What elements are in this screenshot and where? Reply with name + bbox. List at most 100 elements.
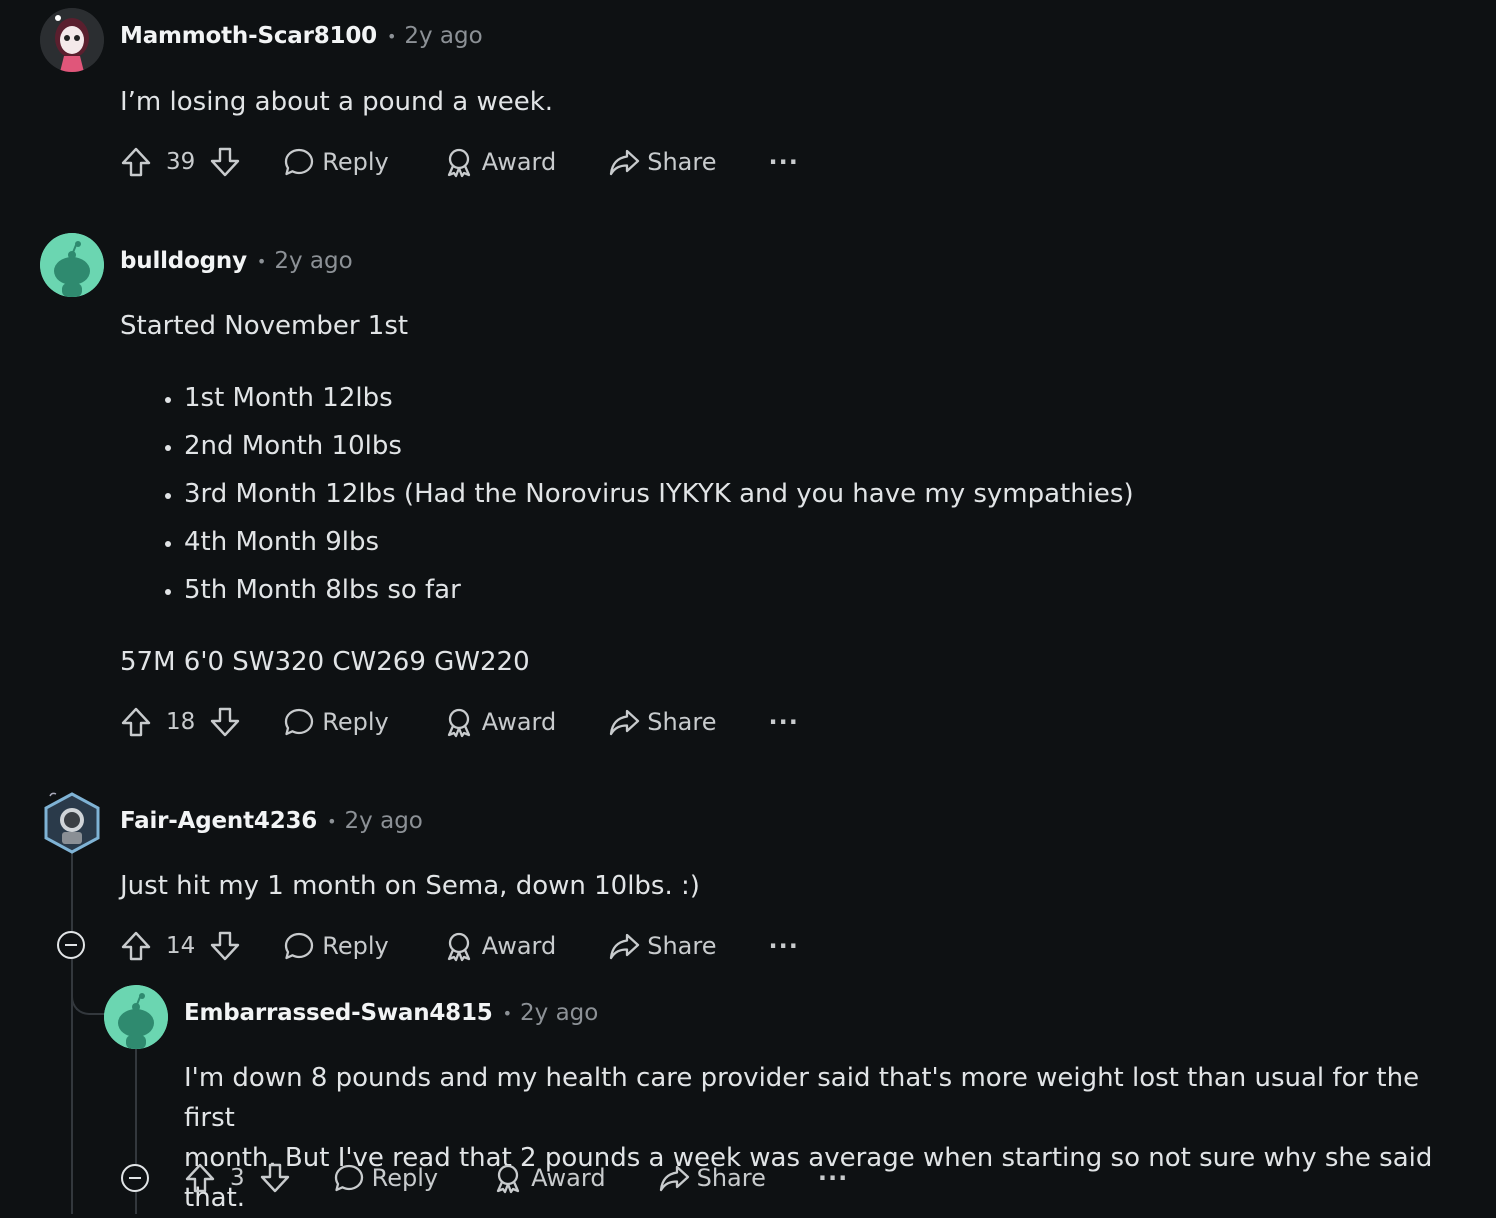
upvote-icon bbox=[121, 931, 151, 961]
share-label: Share bbox=[647, 148, 717, 176]
share-label: Share bbox=[647, 932, 717, 960]
timestamp[interactable]: 2y ago bbox=[345, 808, 423, 834]
share-icon bbox=[610, 709, 640, 736]
comment-intro: Started November 1st bbox=[120, 311, 409, 341]
collapse-thread-button[interactable] bbox=[121, 1164, 149, 1192]
snoo-avatar-icon bbox=[104, 985, 168, 1049]
vote-count: 39 bbox=[166, 149, 196, 175]
award-icon bbox=[447, 932, 470, 962]
minus-icon bbox=[65, 943, 77, 947]
award-icon bbox=[496, 1164, 520, 1194]
upvote-icon bbox=[121, 147, 151, 177]
vote-count: 3 bbox=[230, 1165, 245, 1191]
ellipsis-icon: ··· bbox=[768, 932, 799, 960]
more-options-button[interactable]: ··· bbox=[768, 148, 798, 176]
username[interactable]: Mammoth-Scar8100 bbox=[120, 23, 377, 49]
reply-button[interactable]: Reply bbox=[283, 930, 389, 962]
comment-actions: 14 Reply Award Share ··· bbox=[120, 926, 799, 966]
avatar[interactable] bbox=[40, 233, 104, 297]
separator-dot: • bbox=[256, 251, 267, 271]
award-label: Award bbox=[481, 932, 557, 960]
share-icon bbox=[610, 933, 640, 960]
award-button[interactable]: Award bbox=[443, 930, 556, 962]
list-item: 1st Month 12lbs bbox=[184, 374, 1134, 422]
more-options-button[interactable]: ··· bbox=[768, 932, 798, 960]
comment-actions: 39 Reply Award Share ··· bbox=[120, 142, 799, 182]
upvote-button[interactable] bbox=[120, 930, 152, 962]
ellipsis-icon: ··· bbox=[768, 708, 799, 736]
downvote-icon bbox=[211, 147, 240, 177]
upvote-button[interactable] bbox=[120, 706, 152, 738]
vote-count: 14 bbox=[166, 933, 196, 959]
reply-button[interactable]: Reply bbox=[283, 146, 389, 178]
ellipsis-icon: ··· bbox=[817, 1164, 849, 1192]
anime-avatar-icon bbox=[40, 8, 104, 72]
reply-label: Reply bbox=[322, 708, 389, 736]
award-button[interactable]: Award bbox=[443, 146, 556, 178]
list-item: 2nd Month 10lbs bbox=[184, 422, 1134, 470]
more-options-button[interactable]: ··· bbox=[768, 708, 798, 736]
timestamp[interactable]: 2y ago bbox=[404, 23, 482, 49]
upvote-icon bbox=[121, 707, 151, 737]
reply-button[interactable]: Reply bbox=[333, 1162, 438, 1194]
username[interactable]: Fair-Agent4236 bbox=[120, 808, 317, 834]
downvote-icon bbox=[211, 931, 240, 961]
share-button[interactable]: Share bbox=[658, 1162, 766, 1194]
share-label: Share bbox=[647, 708, 717, 736]
ellipsis-icon: ··· bbox=[768, 148, 799, 176]
speech-bubble-icon bbox=[334, 1164, 363, 1192]
timestamp[interactable]: 2y ago bbox=[520, 1000, 598, 1026]
snoo-avatar-icon bbox=[40, 233, 104, 297]
award-label: Award bbox=[481, 148, 557, 176]
vote-count: 18 bbox=[166, 709, 196, 735]
upvote-button[interactable] bbox=[184, 1162, 216, 1194]
upvote-button[interactable] bbox=[120, 146, 152, 178]
hexagon-agent-avatar-icon bbox=[44, 792, 100, 854]
share-button[interactable]: Share bbox=[608, 146, 716, 178]
thread-connector bbox=[71, 985, 107, 1015]
reply-label: Reply bbox=[371, 1164, 439, 1192]
reply-button[interactable]: Reply bbox=[283, 706, 389, 738]
share-icon bbox=[610, 149, 640, 176]
comment-actions: 18 Reply Award Share ··· bbox=[120, 702, 799, 742]
weight-loss-list: 1st Month 12lbs 2nd Month 10lbs 3rd Mont… bbox=[120, 374, 1134, 614]
comment-actions: 3 Reply Award Share ··· bbox=[184, 1158, 848, 1198]
avatar[interactable] bbox=[104, 985, 168, 1049]
timestamp[interactable]: 2y ago bbox=[274, 248, 352, 274]
thread-line bbox=[71, 852, 73, 1214]
minus-icon bbox=[129, 1176, 141, 1180]
award-label: Award bbox=[481, 708, 557, 736]
speech-bubble-icon bbox=[285, 148, 314, 176]
reply-label: Reply bbox=[322, 148, 389, 176]
downvote-icon bbox=[211, 707, 240, 737]
award-button[interactable]: Award bbox=[443, 706, 556, 738]
separator-dot: • bbox=[386, 26, 397, 46]
speech-bubble-icon bbox=[285, 708, 314, 736]
award-label: Award bbox=[531, 1164, 606, 1192]
collapse-thread-button[interactable] bbox=[57, 931, 85, 959]
share-label: Share bbox=[696, 1164, 766, 1192]
separator-dot: • bbox=[502, 1003, 513, 1023]
username[interactable]: Embarrassed-Swan4815 bbox=[184, 1000, 493, 1026]
more-options-button[interactable]: ··· bbox=[818, 1164, 848, 1192]
award-button[interactable]: Award bbox=[492, 1162, 606, 1194]
downvote-button[interactable] bbox=[259, 1162, 291, 1194]
award-icon bbox=[447, 148, 470, 178]
award-icon bbox=[447, 708, 470, 738]
list-item: 3rd Month 12lbs (Had the Norovirus IYKYK… bbox=[184, 470, 1134, 518]
upvote-icon bbox=[185, 1163, 215, 1193]
share-button[interactable]: Share bbox=[608, 706, 716, 738]
downvote-button[interactable] bbox=[209, 146, 241, 178]
downvote-button[interactable] bbox=[209, 930, 241, 962]
username[interactable]: bulldogny bbox=[120, 248, 247, 274]
downvote-button[interactable] bbox=[209, 706, 241, 738]
separator-dot: • bbox=[327, 811, 337, 831]
avatar[interactable] bbox=[40, 790, 104, 856]
avatar[interactable] bbox=[40, 8, 104, 72]
speech-bubble-icon bbox=[285, 932, 314, 960]
share-button[interactable]: Share bbox=[608, 930, 716, 962]
reply-label: Reply bbox=[322, 932, 389, 960]
list-item: 4th Month 9lbs bbox=[184, 518, 1134, 566]
comment-body: Just hit my 1 month on Sema, down 10lbs.… bbox=[120, 871, 700, 901]
comment-body-line: I'm down 8 pounds and my health care pro… bbox=[184, 1063, 1420, 1133]
